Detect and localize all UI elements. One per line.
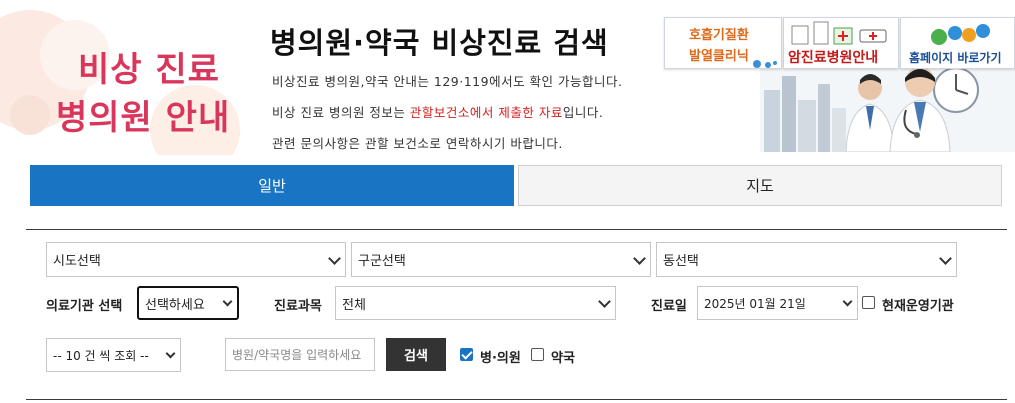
cancer-hospital-label: 암진료병원안내 <box>788 50 879 66</box>
emergency-care-logo: 비상 진료 병의원 안내 <box>0 0 250 155</box>
hospital-buildings-icon <box>791 21 887 45</box>
logo-text-line2: 병의원 안내 <box>56 98 231 138</box>
dong-select-value: 동선택 <box>663 254 699 269</box>
chevron-down-icon <box>633 251 646 265</box>
tab-map[interactable]: 지도 <box>518 165 1002 206</box>
fever-clinic-line2: 발열클리닉 <box>689 49 749 64</box>
date-select[interactable]: 2025년 01월 21일 <box>697 286 858 320</box>
cancer-hospital-link[interactable]: 암진료병원안내 <box>783 17 899 69</box>
page-title: 병의원·약국 비상진료 검색 <box>270 26 609 60</box>
info-line-3: 관련 문의사항은 관할 보건소로 연락하시기 바랍니다. <box>272 136 563 151</box>
open-now-label: 현재운영기관 <box>882 299 954 314</box>
tab-general[interactable]: 일반 <box>30 165 514 206</box>
doctors-image <box>760 60 1015 152</box>
chevron-down-icon <box>222 296 233 307</box>
dong-select[interactable]: 동선택 <box>656 242 957 277</box>
institution-select[interactable]: 선택하세요 <box>137 286 239 320</box>
pharmacy-checkbox[interactable] <box>531 348 544 361</box>
fever-clinic-line1: 호흡기질환 <box>689 28 749 43</box>
fever-clinic-link[interactable]: 호흡기질환 발열클리닉 <box>664 17 782 69</box>
page-size-select[interactable]: -- 10 건 씩 조회 -- <box>46 338 181 372</box>
department-select[interactable]: 전체 <box>335 286 616 320</box>
info-line-1: 비상진료 병의원,약국 안내는 129·119에서도 확인 가능합니다. <box>272 74 623 89</box>
department-label: 진료과목 <box>274 299 322 314</box>
info-line-2-highlight: 관할보건소에서 제출한 자료 <box>409 105 563 120</box>
chevron-down-icon <box>328 251 341 265</box>
info-line-2: 비상 진료 병의원 정보는 관할보건소에서 제출한 자료입니다. <box>272 102 603 121</box>
info-line-2-prefix: 비상 진료 병의원 정보는 <box>272 105 410 120</box>
page-size-value: -- 10 건 씩 조회 -- <box>53 348 149 363</box>
info-line-2-suffix: 입니다. <box>562 105 604 120</box>
virus-icon <box>753 60 777 68</box>
date-select-value: 2025년 01월 21일 <box>704 296 806 311</box>
logo-text-line1: 비상 진료 <box>78 50 220 90</box>
chevron-down-icon <box>939 251 952 265</box>
header-banner: 비상 진료 병의원 안내 병의원·약국 비상진료 검색 비상진료 병의원,약국 … <box>0 0 1015 160</box>
doctors-illustration <box>760 60 1015 152</box>
chevron-down-icon <box>842 296 853 307</box>
hospital-checkbox[interactable] <box>460 348 473 361</box>
homepage-logo-icon <box>931 24 990 45</box>
institution-label: 의료기관 선택 <box>46 299 123 314</box>
date-label: 진료일 <box>651 299 687 314</box>
homepage-label: 홈페이지 바로가기 <box>909 51 1002 65</box>
department-select-value: 전체 <box>342 297 366 313</box>
hospital-checkbox-label: 병·의원 <box>480 351 521 366</box>
gugun-select-value: 구군선택 <box>358 254 406 269</box>
chevron-down-icon <box>598 295 611 308</box>
institution-select-value: 선택하세요 <box>145 297 205 313</box>
gugun-select[interactable]: 구군선택 <box>351 242 651 277</box>
search-input[interactable] <box>225 338 375 371</box>
pharmacy-checkbox-label: 약국 <box>551 351 575 366</box>
search-button[interactable]: 검색 <box>386 338 446 371</box>
open-now-checkbox[interactable] <box>862 296 875 309</box>
sido-select[interactable]: 시도선택 <box>46 242 346 277</box>
chevron-down-icon <box>165 348 176 359</box>
sido-select-value: 시도선택 <box>53 254 101 269</box>
homepage-link[interactable]: 홈페이지 바로가기 <box>900 17 1015 69</box>
